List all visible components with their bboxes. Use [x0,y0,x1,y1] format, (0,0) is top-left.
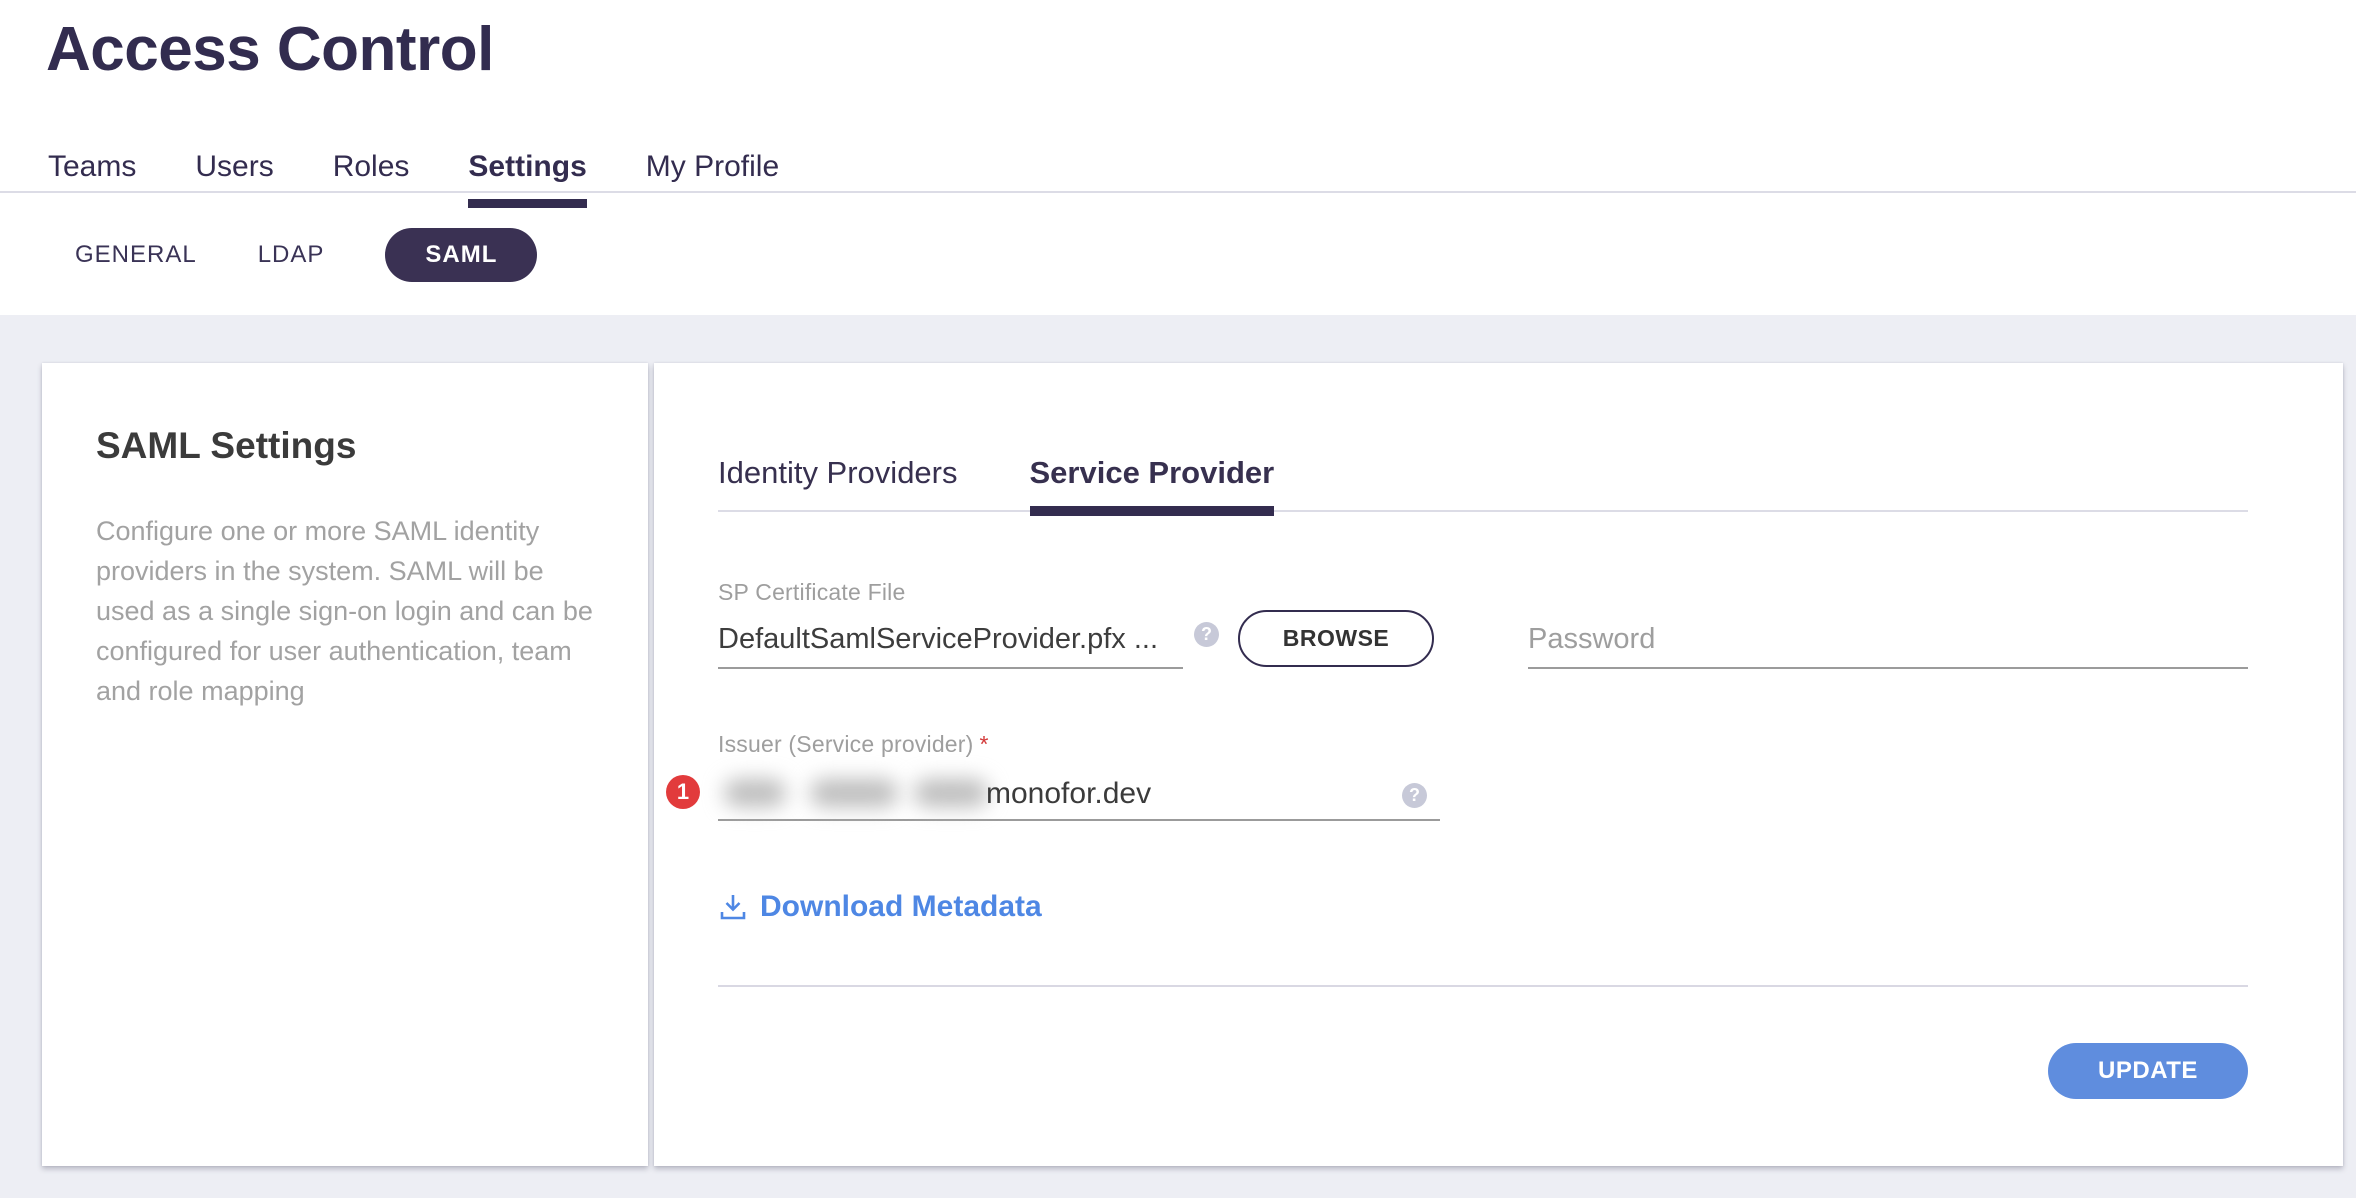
issuer-label-text: Issuer (Service provider) [718,731,974,757]
tab-roles[interactable]: Roles [333,150,410,196]
saml-form-card: Identity Providers Service Provider SP C… [654,363,2343,1166]
tab-teams[interactable]: Teams [48,150,136,196]
issuer-label: Issuer (Service provider)* [718,731,989,758]
settings-subtabs: GENERAL LDAP SAML [75,228,537,282]
update-button[interactable]: UPDATE [2048,1043,2248,1099]
saml-panel-tabs: Identity Providers Service Provider [718,455,1274,491]
tabs-divider [0,191,2356,193]
download-metadata-label: Download Metadata [760,890,1042,924]
sp-certificate-file-label: SP Certificate File [718,579,905,606]
subtab-ldap[interactable]: LDAP [258,241,325,269]
required-asterisk: * [980,731,989,757]
tab-service-provider[interactable]: Service Provider [1030,455,1275,491]
tab-my-profile[interactable]: My Profile [646,150,779,196]
tab-identity-providers[interactable]: Identity Providers [718,455,958,491]
redacted-text-blur [724,779,786,807]
tab-users[interactable]: Users [195,150,273,196]
download-icon [718,892,748,922]
password-input[interactable] [1528,611,2248,669]
saml-settings-description: Configure one or more SAML identity prov… [96,511,601,711]
annotation-badge-1: 1 [666,775,700,809]
browse-button[interactable]: BROWSE [1238,610,1434,667]
subtab-saml[interactable]: SAML [385,228,537,282]
page-title: Access Control [46,14,494,85]
sp-certificate-file-input[interactable] [718,611,1183,669]
page: Access Control Teams Users Roles Setting… [0,0,2356,1198]
panel-tabs-divider [718,510,2248,512]
saml-settings-title: SAML Settings [96,425,356,467]
form-divider [718,985,2248,987]
issuer-visible-value: monofor.dev [986,777,1151,811]
issuer-input[interactable]: monofor.dev [718,765,1440,821]
help-icon[interactable]: ? [1194,622,1219,647]
download-metadata-link[interactable]: Download Metadata [718,890,1042,924]
redacted-text-blur [914,779,988,807]
saml-settings-info-card: SAML Settings Configure one or more SAML… [42,363,648,1166]
tab-settings[interactable]: Settings [468,150,586,196]
redacted-text-blur [810,779,898,807]
subtab-general[interactable]: GENERAL [75,241,197,269]
help-icon[interactable]: ? [1402,783,1427,808]
main-tabs: Teams Users Roles Settings My Profile [48,150,779,196]
